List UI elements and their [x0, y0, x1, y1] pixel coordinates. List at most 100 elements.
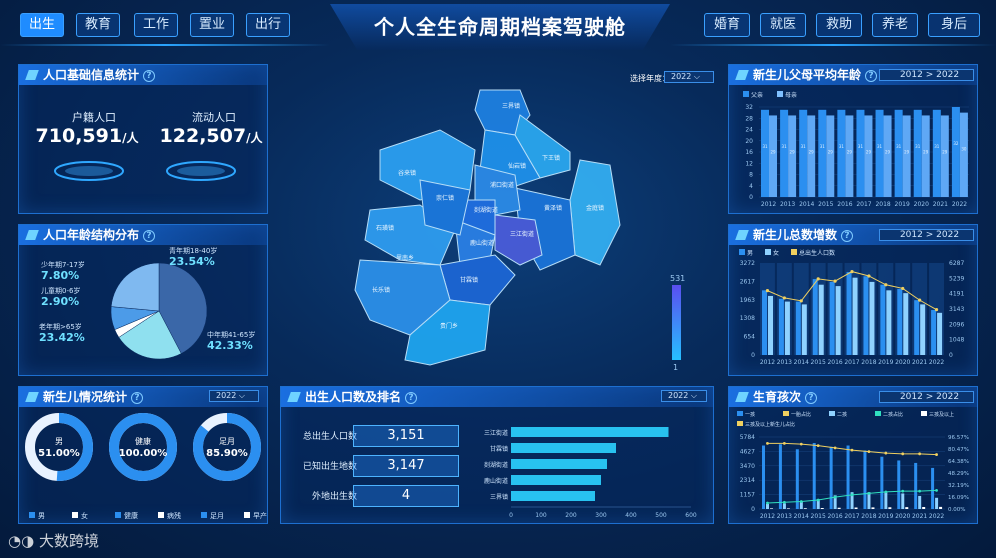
nav-tab-marriage[interactable]: 婚育 — [704, 13, 750, 37]
nav-tab-elderly[interactable]: 养老 — [872, 13, 918, 37]
legend-label: 二孩占比 — [883, 411, 903, 418]
legend-swatch — [829, 411, 835, 416]
stat-value: 4 — [353, 485, 459, 507]
panel-birth-ranking: 出生人口数及排名? 2022 ⌵ 总出生人口数 3,151 已知出生地数 3,147 外… — [280, 386, 714, 524]
year-select[interactable]: 2022 ⌵ — [209, 390, 259, 402]
town-label: 三江街道 — [510, 230, 534, 238]
nav-tab-education[interactable]: 教育 — [76, 13, 120, 37]
help-icon[interactable]: ? — [143, 229, 156, 242]
town-label: 石璜镇 — [376, 224, 394, 232]
panel-title: 人口基础信息统计? — [19, 65, 267, 85]
rank-bar — [511, 459, 607, 469]
year-range[interactable]: 2012 > 2022 — [879, 229, 974, 241]
birth-order-chart: 一孩 一胎占比 二孩 二孩占比 三孩及以上三孩及以上新生儿占比 0 1157 2314 3470… — [737, 411, 969, 520]
bar-label: 31 — [762, 144, 768, 149]
bar — [854, 507, 858, 509]
line-point — [782, 500, 786, 504]
y-tick-left: 3470 — [740, 463, 755, 470]
legend-swatch — [739, 249, 745, 255]
birth-ranking-chart: 三江街道甘霖镇剡湖街道鹿山街道三界镇 0 100 200 300 400 500 600 — [484, 427, 697, 519]
legend-label: 总出生人口数 — [799, 249, 835, 257]
x-tick: 2012 — [760, 513, 775, 520]
y-tick-right: 3143 — [949, 306, 964, 313]
rank-bar — [511, 475, 601, 485]
nav-tab-work[interactable]: 工作 — [134, 13, 178, 37]
bar-female — [768, 295, 773, 355]
donut-name: 健康 — [135, 436, 151, 446]
nav-tab-medical[interactable]: 就医 — [760, 13, 806, 37]
county-map: 三界镇下王镇仙岩镇谷来镇浦口街道金庭镇 黄泽镇三江街道 剡湖街道鹿山街道甘霖镇 石璜镇… — [354, 89, 681, 366]
stat-value: 3,151 — [353, 425, 459, 447]
registered-value: 710,591/人 — [35, 125, 139, 147]
color-scale-bar — [672, 285, 681, 360]
help-icon[interactable]: ? — [131, 391, 144, 404]
help-icon[interactable]: ? — [405, 391, 418, 404]
year-range[interactable]: 2012 > 2022 — [879, 69, 974, 81]
y-tick-right: 0.00% — [948, 507, 965, 513]
help-icon[interactable]: ? — [841, 229, 854, 242]
rank-category: 鹿山街道 — [484, 477, 508, 485]
legend-label: 早产 — [253, 511, 267, 520]
x-tick: 2018 — [861, 513, 876, 520]
x-tick: 2015 — [811, 513, 826, 520]
bar-male — [829, 281, 835, 355]
page-title: 个人全生命周期档案驾驶舱 — [330, 4, 670, 50]
legend-swatch — [921, 411, 927, 416]
bar — [807, 115, 816, 197]
bar — [921, 115, 930, 197]
x-tick: 2016 — [827, 359, 842, 366]
legend-swatch — [777, 91, 783, 97]
bar-label: 31 — [915, 144, 921, 149]
help-icon[interactable]: ? — [805, 391, 818, 404]
bar — [812, 443, 816, 509]
x-tick: 2016 — [827, 513, 842, 520]
nav-tab-afterlife[interactable]: 身后 — [928, 13, 980, 37]
line-point — [867, 274, 871, 278]
bar — [780, 109, 789, 197]
rank-category: 三界镇 — [490, 493, 508, 501]
bar — [901, 493, 905, 509]
legend-label: 病残 — [167, 511, 181, 520]
bar-female — [784, 301, 790, 355]
help-icon[interactable]: ? — [865, 69, 878, 82]
help-icon[interactable]: ? — [143, 69, 156, 82]
stat-label: 外地出生数 — [311, 492, 357, 502]
line-point — [850, 493, 854, 497]
bar-male — [778, 298, 784, 355]
panel-newborn-stats: 新生儿情况统计? 2022 ⌵ 男 51.00% 健康 100.00% 足月 85.90%… — [18, 386, 268, 524]
y-tick-right: 2096 — [949, 321, 964, 328]
bar — [894, 109, 903, 197]
rank-tick: 600 — [685, 512, 697, 519]
line-point — [816, 277, 820, 281]
rank-tick: 200 — [565, 512, 577, 519]
nav-tab-travel[interactable]: 出行 — [246, 13, 290, 37]
bar — [883, 115, 892, 197]
x-tick: 2013 — [780, 201, 795, 208]
nav-tab-property[interactable]: 置业 — [190, 13, 234, 37]
panel-birth-order: 生育孩次? 2012 > 2022 一孩 一胎占比 二孩 二孩占比 三孩及以上 三孩及以上… — [728, 386, 978, 524]
bar-female — [801, 304, 807, 355]
bar — [864, 115, 873, 197]
y-tick-right: 4191 — [949, 291, 964, 298]
x-tick: 2012 — [761, 201, 776, 208]
town-label: 长乐镇 — [372, 286, 390, 294]
nav-tab-assistance[interactable]: 救助 — [816, 13, 862, 37]
rank-bar — [511, 491, 595, 501]
legend-label: 一孩 — [745, 411, 755, 418]
bar-label: 31 — [896, 144, 902, 149]
rank-tick: 0 — [509, 512, 513, 519]
bar — [939, 506, 943, 509]
bar — [837, 507, 841, 509]
watermark: ◔◑ 大数跨境 — [8, 532, 99, 550]
bar-female — [920, 304, 926, 355]
bar-label: 29 — [904, 149, 910, 154]
year-select[interactable]: 2022 ⌵ — [661, 390, 707, 402]
year-range[interactable]: 2012 > 2022 — [879, 391, 974, 403]
bar — [951, 107, 960, 197]
pie-label-value: 23.54% — [169, 255, 215, 268]
legend-swatch — [743, 91, 749, 97]
legend-swatch — [201, 512, 207, 518]
bar — [761, 109, 769, 197]
nav-tab-birth[interactable]: 出生 — [20, 13, 64, 37]
stat-value: 3,147 — [353, 455, 459, 477]
